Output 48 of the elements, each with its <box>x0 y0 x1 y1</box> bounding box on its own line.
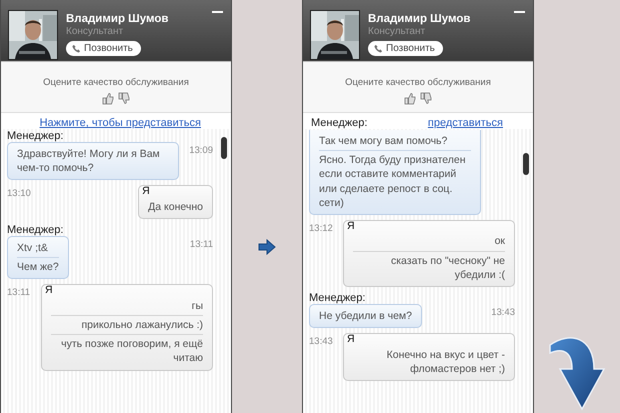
introduce-link[interactable]: представиться <box>428 117 503 129</box>
right-arrow-icon <box>258 238 276 254</box>
message-time: 13:43 <box>309 335 333 348</box>
minimize-icon[interactable] <box>212 11 223 14</box>
consultant-role: Консультант <box>368 26 426 37</box>
phone-icon <box>374 44 383 53</box>
thumbs-down-icon[interactable] <box>420 92 432 105</box>
message-time: 13:12 <box>309 222 333 234</box>
message-text: Здравствуйте! Могу ли я Вам чем-то помочь? <box>17 147 161 176</box>
rating-prompt: Оцените качество обслуживания <box>345 77 491 88</box>
message-text: Да конечно <box>148 200 203 215</box>
message-text: ок <box>494 234 505 250</box>
thumbs-down-icon[interactable] <box>118 92 130 105</box>
message-time: 13:11 <box>190 238 213 250</box>
thumbs-up-icon[interactable] <box>404 92 416 105</box>
message-text: прикольно лажанулись :) <box>51 315 203 334</box>
sender-label: Я <box>45 285 54 297</box>
sender-label: Менеджер: <box>311 117 368 129</box>
sender-label: Я <box>347 220 356 232</box>
message-time: 13:43 <box>491 306 515 318</box>
call-button[interactable]: Позвонить <box>66 41 141 56</box>
message-time: 13:09 <box>189 144 213 156</box>
minimize-icon[interactable] <box>514 11 525 14</box>
consultant-name: Владимир Шумов <box>368 13 470 25</box>
message-text: сказать по "чесноку" не убедили :( <box>353 250 505 284</box>
sender-label: Менеджер: <box>7 130 64 142</box>
message-text: Не убедили в чем? <box>319 308 412 324</box>
message-text: Ясно. Тогда буду признателен если оставите комментарий или сделаете репост в соц. сети) <box>319 150 471 212</box>
message-time: 13:11 <box>7 286 30 298</box>
scrollbar-thumb[interactable] <box>221 137 227 159</box>
call-button[interactable]: Позвонить <box>368 41 443 56</box>
sender-label: Я <box>347 334 356 346</box>
rating-prompt: Оцените качество обслуживания <box>43 77 189 88</box>
message-text: гы <box>190 298 203 314</box>
sender-label: Я <box>142 186 151 198</box>
message-text: Xtv ;t& <box>17 241 49 256</box>
thumbs-up-icon[interactable] <box>102 92 114 105</box>
phone-icon <box>72 44 81 53</box>
sender-label: Менеджер: <box>7 224 64 236</box>
consultant-name: Владимир Шумов <box>66 13 168 25</box>
message-text: Конечно на вкус и цвет - фломастеров нет ;) <box>386 348 505 377</box>
sender-label: Менеджер: <box>309 292 366 304</box>
message-time: 13:10 <box>7 187 31 200</box>
message-text: чуть позже поговорим, я ещё читаю <box>51 334 203 368</box>
consultant-role: Консультант <box>66 26 124 37</box>
message-text: Чем же? <box>17 257 59 276</box>
scrollbar-thumb[interactable] <box>523 153 529 175</box>
message-text: Так чем могу вам помочь? <box>319 134 448 149</box>
